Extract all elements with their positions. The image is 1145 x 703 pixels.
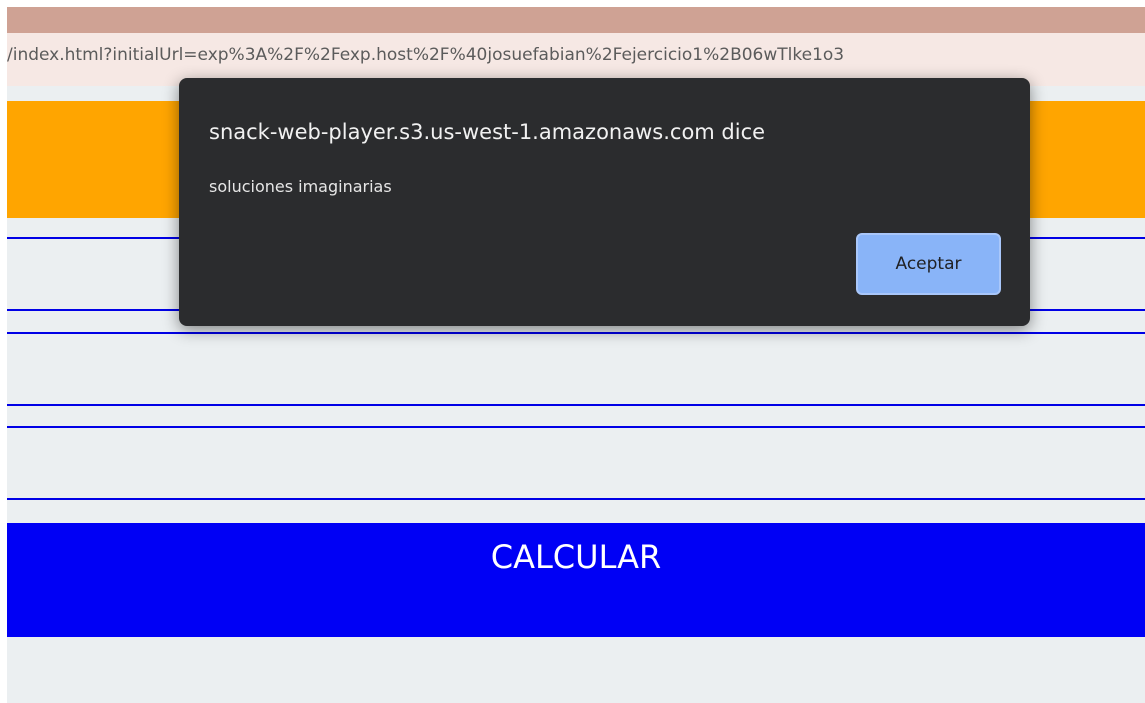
dialog-message: soluciones imaginarias xyxy=(209,177,392,196)
browser-window: /index.html?initialUrl=exp%3A%2F%2Fexp.h… xyxy=(0,0,1145,703)
input-field-3[interactable] xyxy=(7,426,1145,500)
calculate-button-label: CALCULAR xyxy=(490,538,662,576)
input-field-2[interactable] xyxy=(7,332,1145,406)
alert-dialog: snack-web-player.s3.us-west-1.amazonaws.… xyxy=(179,78,1030,326)
calculate-button[interactable]: CALCULAR xyxy=(7,523,1145,637)
browser-tab-strip xyxy=(7,7,1145,33)
address-url-text: /index.html?initialUrl=exp%3A%2F%2Fexp.h… xyxy=(7,45,845,65)
dialog-title: snack-web-player.s3.us-west-1.amazonaws.… xyxy=(209,120,766,144)
accept-button[interactable]: Aceptar xyxy=(856,233,1001,295)
